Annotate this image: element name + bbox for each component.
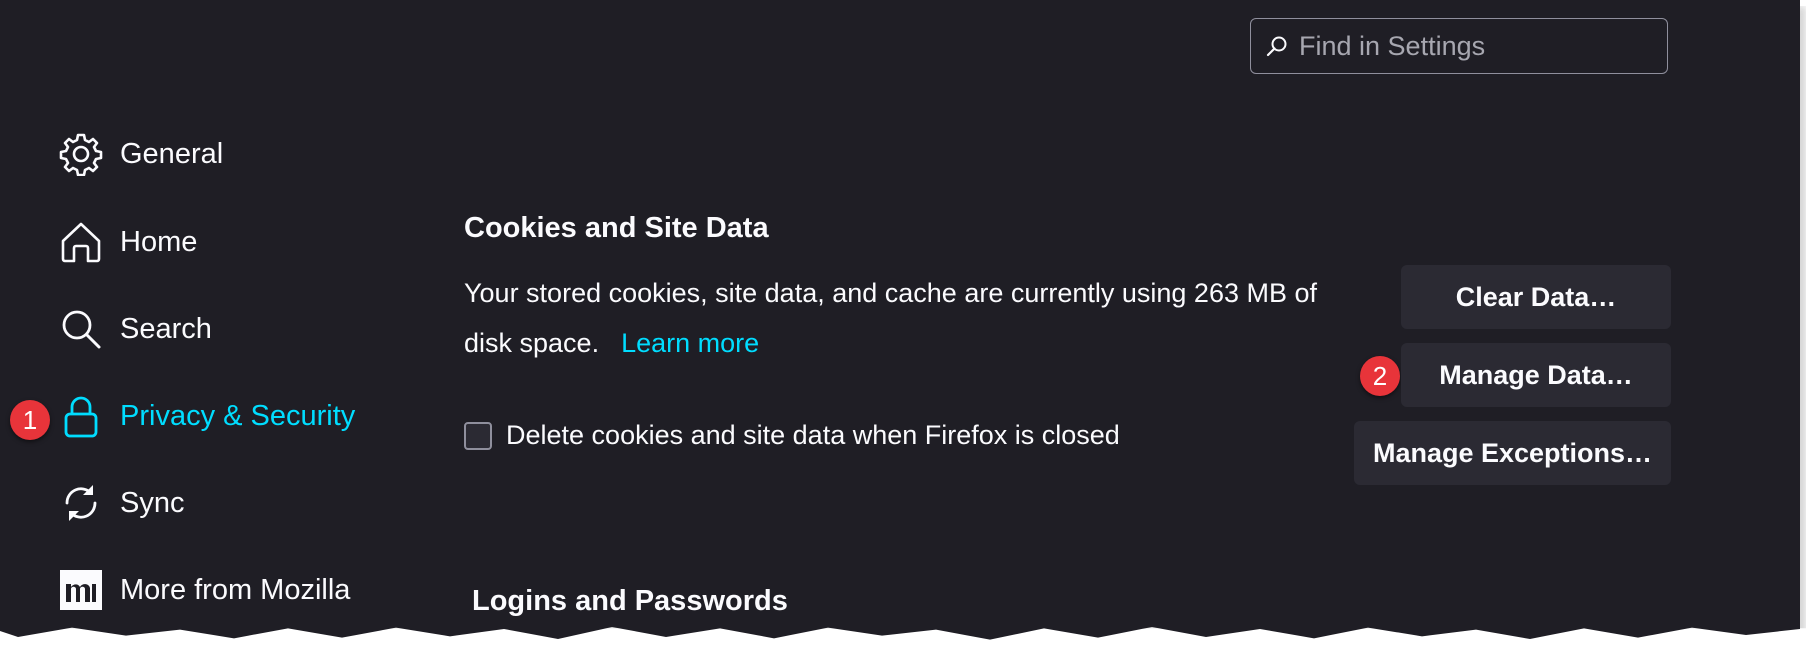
delete-cookies-option[interactable]: Delete cookies and site data when Firefo… [464,420,1120,451]
settings-window: General Home Search Privacy & Security S… [0,0,1800,640]
home-icon [58,219,104,265]
cookies-description: Your stored cookies, site data, and cach… [464,268,1334,368]
search-icon [58,306,104,352]
sync-icon [58,480,104,526]
sidebar-item-label: General [120,137,224,170]
cookies-section-title: Cookies and Site Data [464,212,769,244]
learn-more-link[interactable]: Learn more [621,328,759,358]
sidebar-item-label: Sync [120,486,185,519]
logins-section-title: Logins and Passwords [472,585,788,617]
callout-badge-1: 1 [10,400,50,440]
delete-cookies-label: Delete cookies and site data when Firefo… [506,420,1120,450]
sidebar-item-sync[interactable]: Sync [58,475,184,531]
mozilla-icon [58,567,104,613]
sidebar-item-home[interactable]: Home [58,214,197,270]
sidebar-item-privacy-security[interactable]: Privacy & Security [58,388,355,444]
sidebar-item-search[interactable]: Search [58,301,212,357]
delete-cookies-checkbox[interactable] [464,421,492,450]
gear-icon [58,131,104,177]
lock-icon [58,393,104,439]
sidebar-item-general[interactable]: General [58,126,223,182]
manage-data-button[interactable]: Manage Data… [1401,343,1671,407]
search-icon [1265,34,1289,58]
sidebar-item-more-from-mozilla[interactable]: More from Mozilla [58,562,350,618]
sidebar-item-label: Home [120,225,198,258]
sidebar-item-label: Search [120,312,212,345]
search-input[interactable] [1297,29,1661,63]
find-in-settings-field[interactable] [1250,18,1668,74]
manage-exceptions-button[interactable]: Manage Exceptions… [1354,421,1671,485]
callout-badge-2: 2 [1360,356,1400,396]
cookies-usage-text: Your stored cookies, site data, and cach… [464,278,1317,358]
sidebar-item-label: Privacy & Security [120,399,356,432]
sidebar-item-label: More from Mozilla [120,573,351,606]
clear-data-button[interactable]: Clear Data… [1401,265,1671,329]
